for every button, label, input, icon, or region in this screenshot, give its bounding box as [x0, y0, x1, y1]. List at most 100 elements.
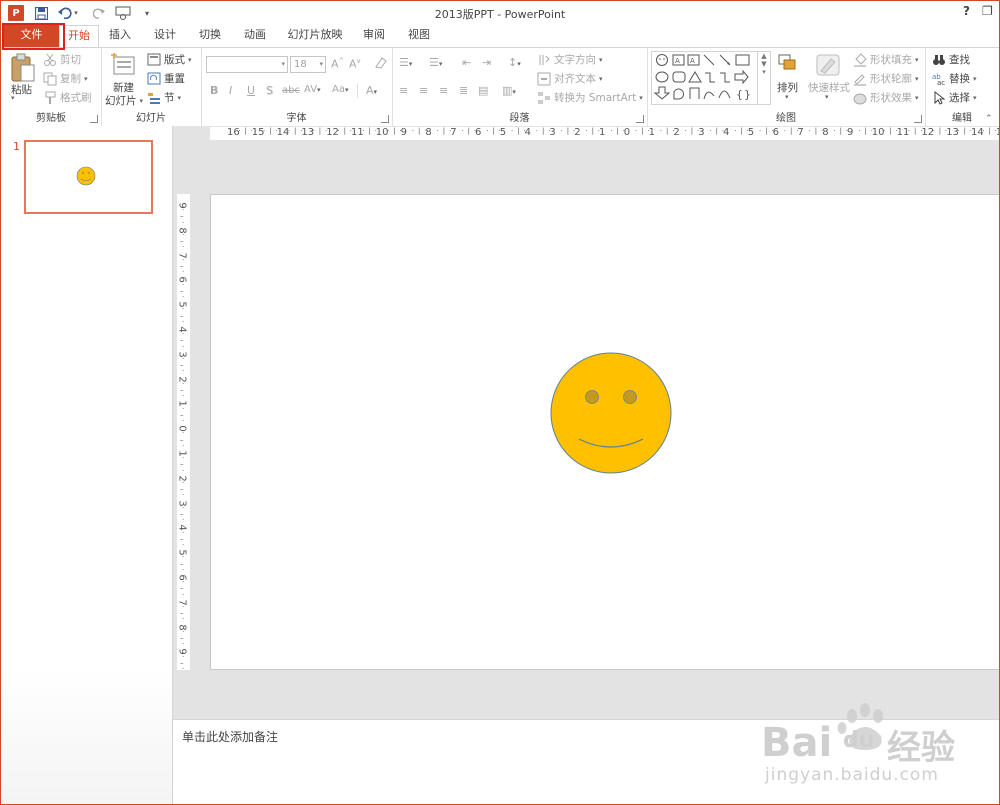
horizontal-ruler-tick: ·	[411, 127, 415, 135]
horizontal-ruler-tick-label: 1	[599, 127, 606, 138]
paint-bucket-icon	[853, 52, 867, 67]
thumbnail-number: 1	[13, 140, 20, 153]
horizontal-ruler-tick: |	[616, 127, 619, 135]
tab-view[interactable]: 视图	[404, 25, 434, 47]
svg-text:{: {	[736, 88, 743, 101]
paragraph-launcher-icon[interactable]	[636, 115, 644, 123]
clear-formatting-icon[interactable]	[374, 56, 388, 73]
vertical-ruler[interactable]: 9 · – · 8 · – · 7 · – · 6 · – · 5 · – · 4 · – · 3 · – · 2 · – · 1 · – · 0 · – ·…	[177, 194, 190, 673]
copy-button[interactable]: 复制 ▾	[43, 71, 88, 86]
arrange-dropdown-icon[interactable]: ▾	[785, 93, 789, 101]
decrease-font-size-icon[interactable]: Av	[349, 57, 361, 71]
line-spacing-icon[interactable]: ↕▾	[508, 56, 521, 69]
horizontal-ruler-tick: |	[889, 127, 892, 135]
cut-button[interactable]: 剪切	[43, 52, 81, 67]
collapse-ribbon-icon[interactable]: ⌃	[985, 114, 993, 124]
select-button[interactable]: 选择 ▾	[932, 90, 977, 105]
section-button[interactable]: 节 ▾	[147, 90, 181, 105]
justify-icon[interactable]: ≣	[459, 84, 468, 97]
format-painter-button[interactable]: 格式刷	[43, 90, 92, 105]
tab-home[interactable]: 开始	[59, 25, 99, 47]
copy-icon	[43, 72, 57, 86]
align-text-button[interactable]: 对齐文本 ▾	[537, 71, 603, 86]
text-direction-icon	[537, 53, 551, 67]
smartart-icon	[537, 91, 551, 105]
new-slide-label-2[interactable]: 幻灯片 ▾	[105, 93, 143, 108]
tab-slideshow[interactable]: 幻灯片放映	[285, 25, 345, 47]
horizontal-ruler-tick: ·	[560, 127, 563, 135]
font-name-combo[interactable]: ▾	[206, 56, 288, 73]
vertical-ruler-tick: ·	[182, 293, 185, 301]
notes-placeholder[interactable]: 单击此处添加备注	[182, 728, 278, 745]
italic-button[interactable]: I	[229, 84, 232, 97]
increase-indent-icon[interactable]: ⇥	[482, 56, 491, 69]
tab-review[interactable]: 审阅	[359, 25, 389, 47]
change-case-button[interactable]: Aa▾	[332, 84, 348, 95]
convert-smartart-button[interactable]: 转换为 SmartArt ▾	[537, 90, 643, 105]
quick-styles-dropdown-icon[interactable]: ▾	[825, 93, 829, 101]
find-label: 查找	[949, 54, 970, 66]
strikethrough-button[interactable]: abc	[282, 85, 300, 96]
tab-insert[interactable]: 插入	[105, 25, 135, 47]
shape-outline-label: 形状轮廓	[870, 73, 912, 85]
tab-transitions[interactable]: 切换	[195, 25, 225, 47]
copy-label: 复制	[60, 73, 81, 85]
font-size-dropdown-icon[interactable]: ▾	[319, 57, 323, 72]
smiley-face-shape[interactable]	[211, 195, 1000, 669]
align-right-icon[interactable]: ≡	[439, 84, 448, 97]
horizontal-ruler-tick: ·	[883, 127, 886, 135]
clipboard-launcher-icon[interactable]	[90, 115, 98, 123]
text-direction-button[interactable]: 文字方向 ▾	[537, 52, 603, 67]
align-left-icon[interactable]: ≡	[399, 84, 408, 97]
find-button[interactable]: 查找	[932, 52, 970, 67]
font-size-combo[interactable]: 18 ▾	[290, 56, 326, 73]
font-name-dropdown-icon[interactable]: ▾	[281, 57, 285, 72]
horizontal-ruler-tick: |	[690, 127, 694, 135]
horizontal-ruler-tick: |	[517, 127, 520, 135]
increase-font-size-icon[interactable]: A^	[331, 57, 344, 71]
reset-button[interactable]: 重置	[147, 71, 185, 86]
horizontal-ruler[interactable]: 16 · | · 15 · | · 14 · | · 13 · | · 12 · | · 11 · | · 10 · | · 9 · | · 8…	[210, 127, 999, 140]
bullets-icon[interactable]: ☰▾	[399, 56, 412, 69]
binoculars-icon	[932, 53, 946, 67]
horizontal-ruler-tick: |	[715, 127, 718, 135]
decrease-indent-icon[interactable]: ⇤	[462, 56, 471, 69]
horizontal-ruler-tick: |	[591, 127, 594, 135]
shape-outline-button[interactable]: 形状轮廓 ▾	[853, 71, 919, 86]
slide-canvas[interactable]	[210, 194, 1000, 670]
ribbon-display-options-button[interactable]: ❐	[982, 4, 993, 18]
new-slide-button[interactable]	[111, 52, 137, 80]
shapes-gallery[interactable]: A A { } ▲ ▼ ▾	[651, 51, 771, 105]
distributed-icon[interactable]: ▤	[478, 84, 488, 97]
horizontal-ruler-tick: ·	[511, 127, 514, 135]
shape-effects-button[interactable]: 形状效果 ▾	[853, 90, 919, 105]
font-color-button[interactable]: A▾	[366, 84, 377, 97]
bold-button[interactable]: B	[210, 84, 218, 97]
numbering-icon[interactable]: ☰▾	[429, 56, 442, 69]
shape-fill-button[interactable]: 形状填充 ▾	[853, 52, 919, 67]
horizontal-ruler-tick-label: 1	[648, 127, 655, 138]
align-center-icon[interactable]: ≡	[419, 84, 428, 97]
paste-dropdown-icon[interactable]: ▾	[11, 94, 15, 102]
layout-button[interactable]: 版式 ▾	[147, 52, 192, 67]
arrange-button[interactable]	[777, 53, 797, 78]
drawing-launcher-icon[interactable]	[914, 115, 922, 123]
horizontal-ruler-tick: ·	[932, 127, 935, 135]
vertical-ruler-tick: ·	[182, 640, 185, 649]
font-launcher-icon[interactable]	[381, 115, 389, 123]
shapes-gallery-scroll[interactable]: ▲ ▼ ▾	[757, 52, 770, 104]
columns-icon[interactable]: ▥▾	[502, 84, 516, 97]
underline-button[interactable]: U	[247, 84, 255, 97]
horizontal-ruler-tick: ·	[684, 127, 687, 135]
character-spacing-button[interactable]: AV▾	[304, 84, 321, 95]
slide-thumbnail[interactable]	[24, 140, 153, 214]
quick-styles-button[interactable]	[815, 53, 841, 80]
horizontal-ruler-tick: ·	[387, 127, 390, 135]
tab-animations[interactable]: 动画	[240, 25, 270, 47]
text-shadow-button[interactable]: S	[266, 84, 273, 97]
drawing-group-label: 绘图	[776, 113, 796, 124]
help-button[interactable]: ?	[963, 4, 970, 18]
quick-styles-label[interactable]: 快速样式	[808, 80, 850, 95]
tab-design[interactable]: 设计	[150, 25, 180, 47]
replace-button[interactable]: ab ac 替换 ▾	[932, 71, 977, 87]
